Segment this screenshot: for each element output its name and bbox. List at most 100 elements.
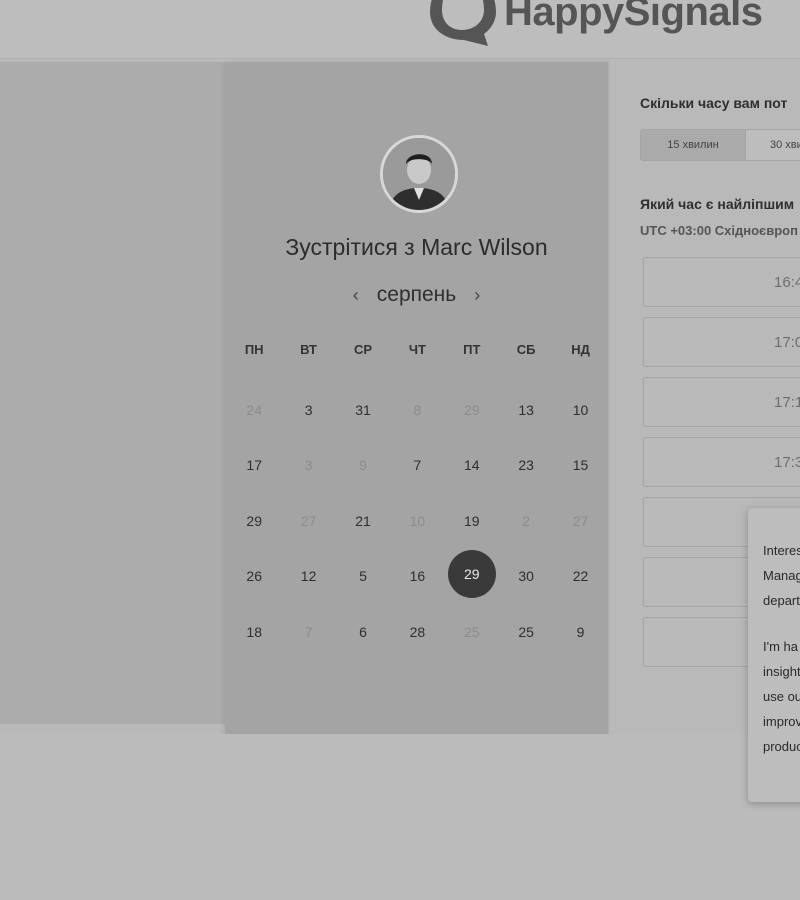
happysignals-logo[interactable]: HappySignals [426, 0, 763, 46]
duration-selector: 15 хвилин 30 хви [640, 129, 800, 161]
time-question: Який час є найліпшим [640, 196, 795, 212]
calendar-day-number: 9 [576, 623, 585, 640]
calendar-day: 3 [281, 438, 335, 494]
month-label: серпень [376, 283, 457, 306]
calendar-day: 24 [227, 382, 281, 438]
time-slot-label: 17:1 [774, 393, 800, 411]
calendar-day: 27 [281, 493, 335, 549]
calendar-day[interactable]: 19 [445, 493, 499, 549]
meeting-title: Зустрітися з Marc Wilson [285, 234, 548, 260]
calendar-day[interactable]: 31 [336, 382, 390, 438]
calendar-day-number: 18 [246, 623, 262, 640]
chat-message-paragraph: Interes Manag depart [763, 543, 800, 608]
calendar-day-number: 3 [304, 401, 313, 418]
calendar-day-number: 7 [413, 457, 422, 474]
calendar-day-number: 24 [246, 401, 262, 418]
weekday-label: ПТ [463, 342, 481, 357]
timezone-label[interactable]: UTC +03:00 Східноєвроп [640, 223, 798, 238]
calendar-day-number: 21 [355, 512, 371, 529]
calendar-day-number: 13 [518, 401, 534, 418]
calendar-day-number: 16 [409, 568, 426, 585]
calendar-day-number: 29 [246, 512, 262, 529]
weekday-header: ПН ВТ СР ЧТ ПТ СБ НД [227, 342, 608, 357]
calendar-day-number: 29 [447, 549, 496, 598]
page-footer-area [0, 734, 800, 900]
calendar-day: 10 [390, 493, 444, 549]
calendar-day-number: 19 [463, 512, 480, 529]
calendar-day[interactable]: 5 [336, 549, 390, 605]
calendar-day-number: 7 [304, 623, 313, 640]
calendar-day-number: 26 [246, 568, 262, 585]
calendar-day[interactable]: 25 [499, 604, 553, 660]
calendar-day-number: 8 [413, 401, 422, 418]
calendar-day[interactable]: 7 [390, 438, 444, 494]
time-slot-button[interactable]: 16:4 [643, 257, 800, 307]
calendar-day-number: 2 [522, 512, 531, 529]
calendar-day-number: 10 [409, 512, 426, 529]
calendar-day[interactable]: 14 [445, 438, 499, 494]
time-slot-label: 16:4 [774, 273, 800, 291]
left-backdrop-panel [0, 62, 225, 724]
calendar-day: 7 [281, 604, 335, 660]
calendar-day-number: 6 [359, 623, 367, 640]
calendar-day[interactable]: 30 [499, 549, 553, 605]
calendar-day: 27 [553, 493, 607, 549]
time-slot-button[interactable]: 17:3 [643, 437, 800, 487]
calendar-day-number: 29 [463, 401, 480, 418]
calendar-week-row: 24 3 31 8 29 13 10 [227, 382, 608, 438]
calendar-day: 8 [390, 382, 444, 438]
time-slot-button[interactable]: 17:0 [643, 317, 800, 367]
host-avatar [380, 135, 458, 213]
calendar-day: 29 [445, 382, 499, 438]
calendar-day[interactable]: 3 [281, 382, 335, 438]
calendar-day-number: 25 [463, 623, 480, 640]
calendar-grid: 24 3 31 8 29 13 10 17 3 9 7 14 23 15 29 27 21 10 19 2 27 26 12… [227, 382, 608, 660]
calendar-day[interactable]: 15 [553, 438, 607, 494]
calendar-week-row: 18 7 6 28 25 25 9 [227, 604, 608, 660]
happysignals-logo-icon [430, 0, 496, 46]
calendar-day[interactable]: 16 [390, 549, 444, 605]
time-slot-button[interactable]: 17:1 [643, 377, 800, 427]
chat-message-paragraph: I'm ha insight use ou improv produc [763, 639, 800, 754]
calendar-day-number: 3 [304, 457, 313, 474]
calendar-day[interactable]: 13 [499, 382, 553, 438]
weekday-label: СР [353, 342, 372, 357]
duration-option-30[interactable]: 30 хви [745, 130, 800, 160]
weekday-label: ПН [244, 342, 264, 357]
calendar-day-number: 28 [409, 623, 426, 640]
calendar-week-row: 29 27 21 10 19 2 27 [227, 493, 608, 549]
calendar-day[interactable]: 12 [281, 549, 335, 605]
calendar-day-selected[interactable]: 29 [445, 549, 499, 605]
weekday-label: ВТ [300, 342, 317, 357]
month-navigation: ‹ серпень › [225, 282, 608, 308]
calendar-day: 9 [336, 438, 390, 494]
calendar-day[interactable]: 17 [227, 438, 281, 494]
calendar-day: 25 [445, 604, 499, 660]
calendar-day[interactable]: 23 [499, 438, 553, 494]
chat-popup[interactable]: Interes Manag depart I'm ha insight use … [748, 508, 800, 802]
calendar-day[interactable]: 10 [553, 382, 607, 438]
calendar-week-row: 17 3 9 7 14 23 15 [227, 438, 608, 494]
calendar-day[interactable]: 29 [227, 493, 281, 549]
chevron-left-icon[interactable]: ‹ [349, 285, 363, 306]
time-slot-label: 17:3 [774, 453, 800, 471]
calendar-day[interactable]: 22 [553, 549, 607, 605]
calendar-day[interactable]: 6 [336, 604, 390, 660]
calendar-day[interactable]: 9 [553, 604, 607, 660]
weekday-label: СБ [516, 342, 536, 357]
calendar-week-row: 26 12 5 16 29 30 22 [227, 549, 608, 605]
calendar-day[interactable]: 28 [390, 604, 444, 660]
duration-question: Скільки часу вам пот [640, 95, 788, 111]
calendar-day[interactable]: 21 [336, 493, 390, 549]
calendar-day-number: 14 [463, 457, 480, 474]
logo-text: HappySignals [504, 0, 763, 34]
chevron-right-icon[interactable]: › [470, 285, 484, 306]
profile-photo [383, 138, 455, 210]
calendar-day-number: 27 [300, 512, 317, 529]
weekday-label: НД [571, 342, 590, 357]
duration-option-15[interactable]: 15 хвилин [641, 130, 745, 160]
calendar-day[interactable]: 26 [227, 549, 281, 605]
calendar-day-number: 17 [246, 457, 262, 474]
calendar-day[interactable]: 18 [227, 604, 281, 660]
calendar-day-number: 12 [300, 568, 317, 585]
